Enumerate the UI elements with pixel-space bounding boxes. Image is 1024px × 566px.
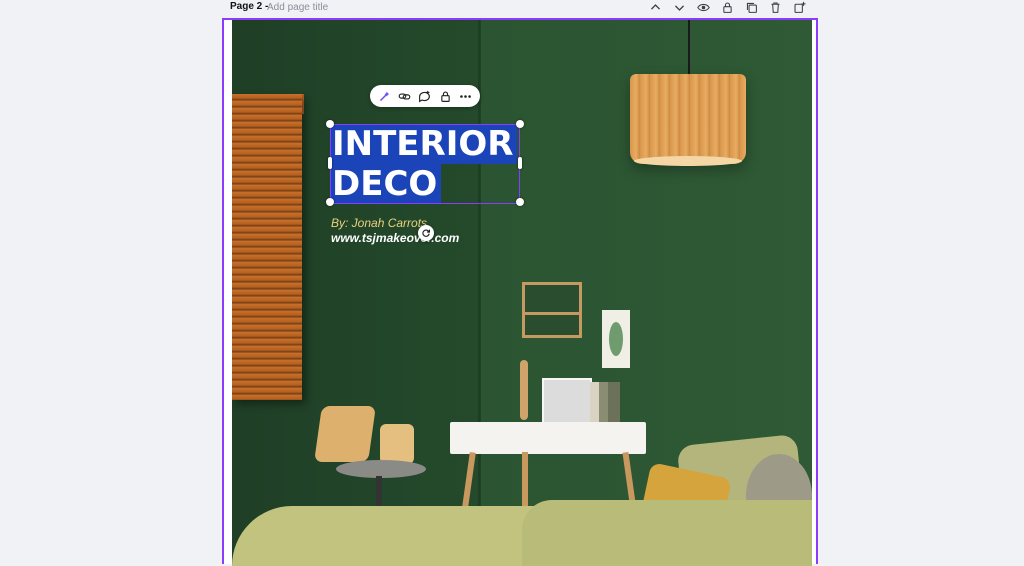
resize-handle-top-right[interactable] [516, 120, 524, 128]
wall-shelf-divider [522, 312, 582, 315]
comment-icon[interactable] [416, 87, 434, 105]
selection-box[interactable] [330, 124, 520, 204]
lock-icon[interactable] [718, 0, 736, 14]
resize-handle-right[interactable] [518, 157, 522, 169]
chair-arm [380, 424, 414, 464]
more-icon[interactable] [457, 87, 475, 105]
lamp-glow [634, 156, 742, 166]
lamp-cord [688, 20, 690, 76]
rotate-icon[interactable] [418, 225, 434, 241]
link-icon[interactable] [396, 87, 414, 105]
page-title-input[interactable] [267, 0, 407, 14]
pendant-lamp [630, 74, 746, 164]
window-blinds [232, 94, 302, 400]
chevron-up-icon[interactable] [646, 0, 664, 14]
chevron-down-icon[interactable] [670, 0, 688, 14]
laptop [542, 378, 592, 424]
leaf-print [609, 322, 623, 356]
lock-icon[interactable] [436, 87, 454, 105]
resize-handle-bottom-right[interactable] [516, 198, 524, 206]
page-label: Page 2 - [230, 1, 269, 12]
website-text[interactable]: www.tsjmakeover.com [331, 231, 459, 245]
background-photo[interactable] [232, 20, 812, 566]
wall-corner [478, 20, 481, 566]
desk [450, 422, 646, 454]
trash-icon[interactable] [766, 0, 784, 14]
byline-text[interactable]: By: Jonah Carrots [331, 216, 427, 230]
duplicate-icon[interactable] [742, 0, 760, 14]
resize-handle-left[interactable] [328, 157, 332, 169]
magic-edit-icon[interactable] [375, 87, 393, 105]
wall-shelf [522, 282, 582, 338]
element-toolbar [370, 85, 480, 107]
resize-handle-top-left[interactable] [326, 120, 334, 128]
add-page-icon[interactable] [790, 0, 808, 14]
chair-back [314, 406, 376, 462]
page-canvas[interactable] [222, 18, 818, 566]
resize-handle-bottom-left[interactable] [326, 198, 334, 206]
page-header: Page 2 - [222, 0, 818, 16]
wooden-mannequin [520, 360, 528, 420]
eye-icon[interactable] [694, 0, 712, 14]
books [590, 382, 620, 424]
page-actions [646, 0, 808, 14]
bed-duvet [522, 500, 812, 566]
